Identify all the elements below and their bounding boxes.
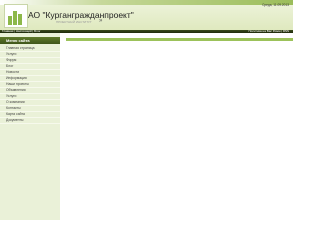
current-date: Среда, 11.09.2013: [262, 3, 289, 7]
sidebar-title: Меню сайта: [0, 37, 60, 44]
nav-right-links[interactable]: Политика на Вас Ромм | RSS: [248, 29, 289, 33]
content-header-bar: [66, 38, 293, 41]
site-subtitle: ПРОЕКТНЫЙ ИНСТИТУТ: [56, 20, 92, 24]
sidebar-item-documents[interactable]: Документы: [0, 118, 60, 124]
site-title[interactable]: АО "Кургангражданпроект": [28, 10, 134, 20]
main-content: [66, 38, 293, 220]
site-header: АО "Кургангражданпроект" ПРОЕКТНЫЙ ИНСТИ…: [0, 0, 293, 30]
building-logo-icon[interactable]: [4, 4, 28, 28]
header-stripe: [0, 0, 293, 5]
sidebar-menu: Главная страница Услуги Форум Блог Новос…: [0, 46, 60, 124]
double-chevron-right-icon: »: [99, 18, 103, 24]
sidebar: Меню сайта Главная страница Услуги Форум…: [0, 33, 60, 220]
